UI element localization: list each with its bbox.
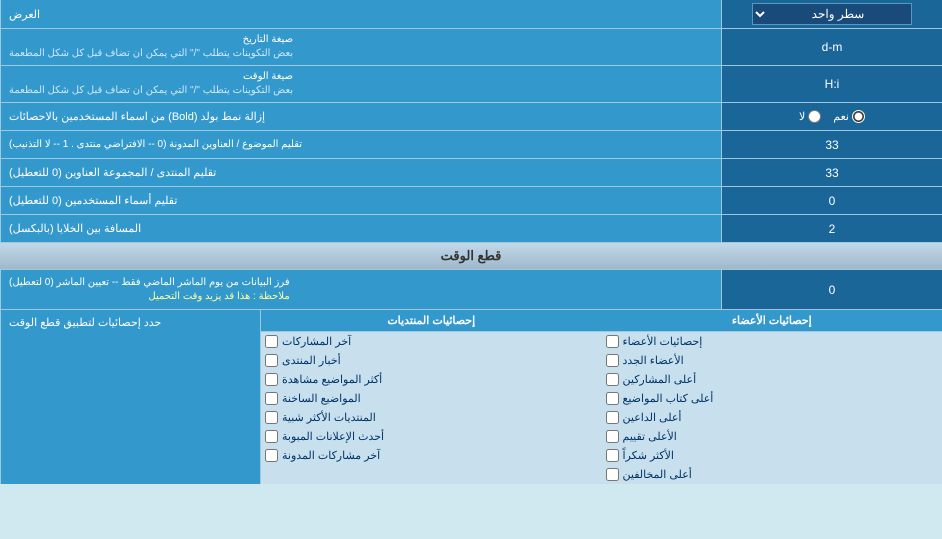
cb-most-viewed: أكثر المواضيع مشاهدة [261, 370, 602, 389]
cb-most-thanked-input[interactable] [606, 449, 619, 462]
display-row: العرض سطر واحد سطران [0, 0, 942, 29]
radio-yes[interactable] [852, 110, 865, 123]
cb-hot-topics-input[interactable] [265, 392, 278, 405]
cb-new-members-input[interactable] [606, 354, 619, 367]
cb-most-thanked: الأكثر شكراً [602, 446, 942, 465]
forum-stats-col: إحصائيات المنتديات آخر المشاركات أخبار ا… [260, 310, 602, 484]
time-format-field[interactable] [728, 77, 936, 91]
date-format-row: صيغة التاريخبعض التكوينات يتطلب "/" التي… [0, 29, 942, 66]
cb-similar-forums: المنتديات الأكثر شبية [261, 408, 602, 427]
cb-classifieds-input[interactable] [265, 430, 278, 443]
cb-most-viewed-input[interactable] [265, 373, 278, 386]
cb-top-rated-input[interactable] [606, 430, 619, 443]
radio-no[interactable] [808, 110, 821, 123]
time-format-input[interactable] [722, 66, 942, 102]
cell-spacing-row: المسافة بين الخلايا (بالبكسل) [0, 215, 942, 243]
date-format-field[interactable] [728, 40, 936, 54]
member-stats-col: إحصائيات الأعضاء إحصائيات الأعضاء الأعضا… [602, 310, 942, 484]
filter-data-row: فرز البيانات من يوم الماشر الماضي فقط --… [0, 270, 942, 310]
time-format-row: صيغة الوقتبعض التكوينات يتطلب "/" التي ي… [0, 66, 942, 103]
filter-data-input[interactable] [722, 270, 942, 309]
display-label: العرض [0, 0, 722, 28]
cb-blog-posts: آخر مشاركات المدونة [261, 446, 602, 465]
cell-spacing-field[interactable] [728, 222, 936, 236]
cb-top-callers: أعلى الداعين [602, 408, 942, 427]
username-trim-input[interactable] [722, 187, 942, 214]
cell-spacing-label: المسافة بين الخلايا (بالبكسل) [0, 215, 722, 242]
topic-trim-row: تقليم الموضوع / العناوين المدونة (0 -- ا… [0, 131, 942, 159]
main-container: العرض سطر واحد سطران صيغة التاريخبعض الت… [0, 0, 942, 484]
stats-main-label: حدد إحصائيات لتطبيق قطع الوقت [0, 310, 260, 484]
forum-trim-label: تقليم المنتدى / المجموعة العناوين (0 للت… [0, 159, 722, 186]
cb-top-callers-input[interactable] [606, 411, 619, 424]
cb-forum-news-input[interactable] [265, 354, 278, 367]
cb-top-violators: أعلى المخالفين [602, 465, 942, 484]
bold-remove-row: إزالة نمط بولد (Bold) من اسماء المستخدمي… [0, 103, 942, 131]
radio-no-label[interactable]: لا [799, 110, 821, 123]
cb-member-stats-input[interactable] [606, 335, 619, 348]
cb-similar-forums-input[interactable] [265, 411, 278, 424]
forum-trim-input[interactable] [722, 159, 942, 186]
time-format-label: صيغة الوقتبعض التكوينات يتطلب "/" التي ي… [0, 66, 722, 102]
forum-trim-field[interactable] [728, 166, 936, 180]
stats-container: حدد إحصائيات لتطبيق قطع الوقت إحصائيات ا… [0, 310, 942, 484]
cb-forum-news: أخبار المنتدى [261, 351, 602, 370]
single-line-select[interactable]: سطر واحد سطران [752, 3, 912, 25]
date-format-label: صيغة التاريخبعض التكوينات يتطلب "/" التي… [0, 29, 722, 65]
date-format-input[interactable] [722, 29, 942, 65]
cb-new-members: الأعضاء الجدد [602, 351, 942, 370]
bold-remove-label: إزالة نمط بولد (Bold) من اسماء المستخدمي… [0, 103, 722, 130]
cb-classifieds: أحدث الإعلانات المبوبة [261, 427, 602, 446]
cb-top-writers-input[interactable] [606, 392, 619, 405]
cb-top-rated: الأعلى تقييم [602, 427, 942, 446]
bold-remove-input: نعم لا [722, 103, 942, 130]
topic-trim-field[interactable] [728, 138, 936, 152]
cb-top-writers: أعلى كتاب المواضيع [602, 389, 942, 408]
forum-stats-header: إحصائيات المنتديات [261, 310, 602, 332]
cb-member-stats: إحصائيات الأعضاء [602, 332, 942, 351]
cb-top-posters-input[interactable] [606, 373, 619, 386]
forum-trim-row: تقليم المنتدى / المجموعة العناوين (0 للت… [0, 159, 942, 187]
time-cut-header: قطع الوقت [0, 243, 942, 270]
username-trim-field[interactable] [728, 194, 936, 208]
member-stats-header: إحصائيات الأعضاء [602, 310, 942, 332]
cb-last-posts-input[interactable] [265, 335, 278, 348]
topic-trim-label: تقليم الموضوع / العناوين المدونة (0 -- ا… [0, 131, 722, 158]
username-trim-row: تقليم أسماء المستخدمين (0 للتعطيل) [0, 187, 942, 215]
username-trim-label: تقليم أسماء المستخدمين (0 للتعطيل) [0, 187, 722, 214]
cb-top-posters: أعلى المشاركين [602, 370, 942, 389]
cb-hot-topics: المواضيع الساخنة [261, 389, 602, 408]
filter-data-label: فرز البيانات من يوم الماشر الماضي فقط --… [0, 270, 722, 309]
cb-blog-posts-input[interactable] [265, 449, 278, 462]
cb-last-posts: آخر المشاركات [261, 332, 602, 351]
cb-top-violators-input[interactable] [606, 468, 619, 481]
bold-radio-group: نعم لا [791, 110, 873, 123]
radio-yes-label[interactable]: نعم [833, 110, 865, 123]
filter-data-field[interactable] [728, 283, 936, 297]
topic-trim-input[interactable] [722, 131, 942, 158]
cell-spacing-input[interactable] [722, 215, 942, 242]
display-input[interactable]: سطر واحد سطران [722, 0, 942, 28]
